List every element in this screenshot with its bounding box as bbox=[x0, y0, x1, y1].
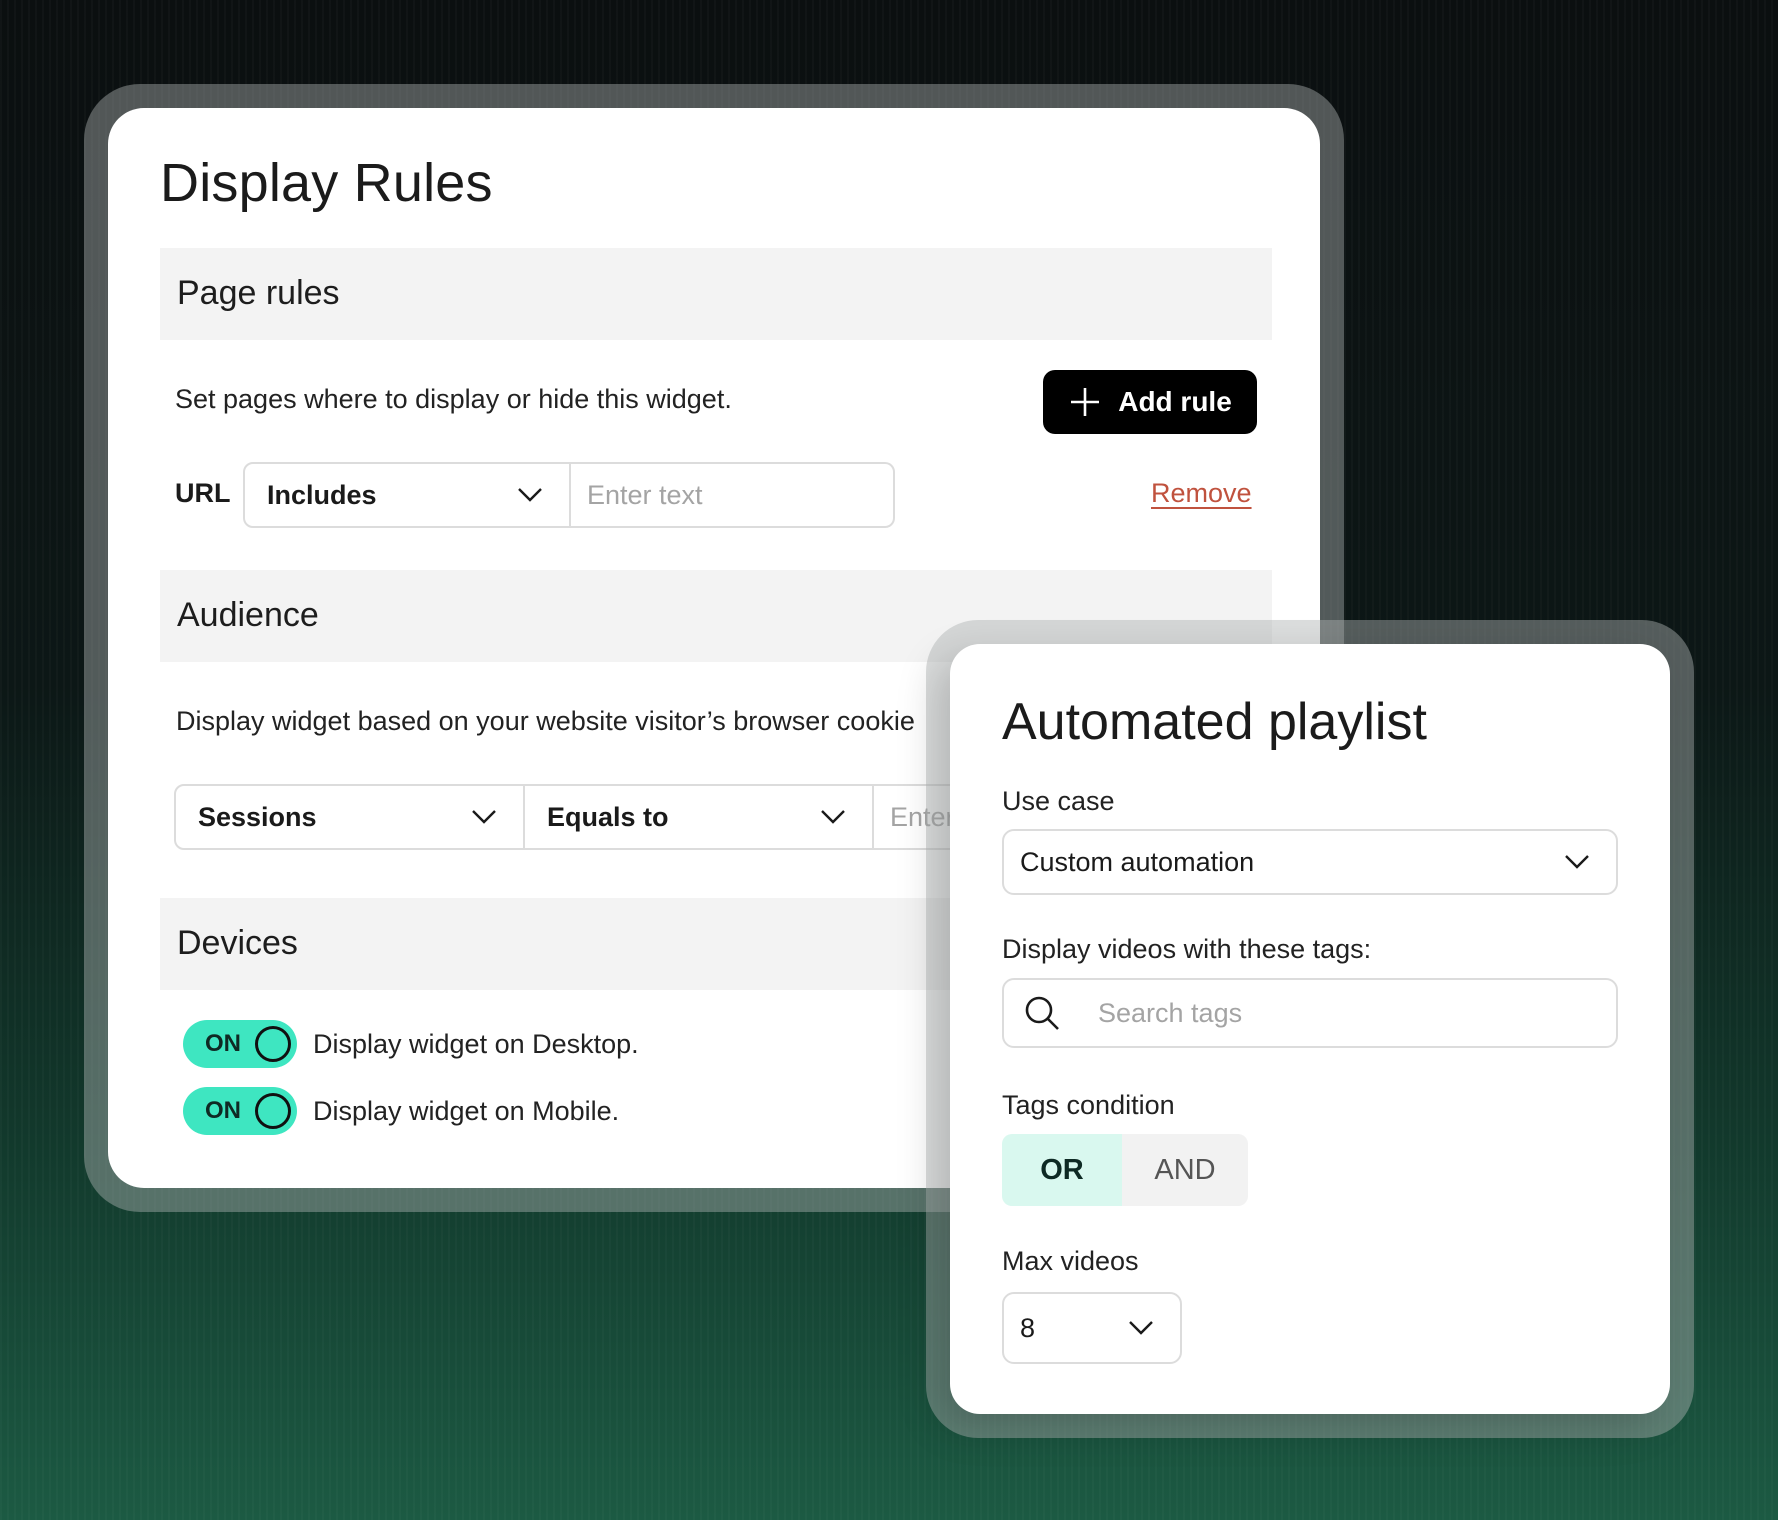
use-case-select[interactable]: Custom automation bbox=[1002, 829, 1618, 895]
add-rule-label: Add rule bbox=[1118, 386, 1232, 417]
device-row-mobile: ON Display widget on Mobile. bbox=[183, 1087, 619, 1135]
automated-playlist-card: Automated playlist Use case Custom autom… bbox=[950, 644, 1670, 1414]
remove-rule-link[interactable]: Remove bbox=[1151, 478, 1252, 509]
desktop-toggle-text: Display widget on Desktop. bbox=[313, 1028, 639, 1059]
audience-attribute-select[interactable]: Sessions bbox=[176, 786, 525, 848]
chevron-down-icon bbox=[518, 488, 542, 502]
desktop-toggle-label: ON bbox=[205, 1030, 241, 1057]
tags-search-input[interactable] bbox=[1096, 996, 1600, 1030]
condition-option-and[interactable]: AND bbox=[1122, 1134, 1248, 1206]
url-condition-value: Includes bbox=[267, 479, 377, 510]
desktop-toggle[interactable]: ON bbox=[183, 1020, 297, 1068]
mobile-toggle-text: Display widget on Mobile. bbox=[313, 1095, 620, 1126]
display-rules-title: Display Rules bbox=[160, 153, 493, 213]
chevron-down-icon bbox=[1565, 855, 1589, 869]
max-videos-label: Max videos bbox=[1002, 1246, 1139, 1276]
tags-search-field[interactable] bbox=[1002, 978, 1618, 1048]
add-rule-button[interactable]: Add rule bbox=[1043, 370, 1257, 434]
chevron-down-icon bbox=[472, 810, 496, 824]
page-rules-header: Page rules bbox=[160, 248, 1272, 340]
automated-playlist-title: Automated playlist bbox=[1002, 693, 1427, 751]
toggle-knob bbox=[255, 1026, 291, 1062]
search-icon bbox=[1025, 996, 1059, 1030]
page-rules-heading: Page rules bbox=[177, 274, 340, 312]
devices-heading: Devices bbox=[177, 924, 298, 962]
audience-operator-select[interactable]: Equals to bbox=[525, 786, 874, 848]
audience-description: Display widget based on your website vis… bbox=[176, 706, 915, 736]
url-rule-field-group: Includes bbox=[243, 462, 895, 528]
chevron-down-icon bbox=[821, 810, 845, 824]
tags-label: Display videos with these tags: bbox=[1002, 934, 1372, 964]
mobile-toggle[interactable]: ON bbox=[183, 1087, 297, 1135]
condition-option-or[interactable]: OR bbox=[1002, 1134, 1122, 1206]
audience-operator-value: Equals to bbox=[547, 801, 669, 832]
max-videos-select[interactable]: 8 bbox=[1002, 1292, 1182, 1364]
audience-attribute-value: Sessions bbox=[198, 801, 317, 832]
mobile-toggle-label: ON bbox=[205, 1097, 241, 1124]
url-condition-select[interactable]: Includes bbox=[245, 464, 571, 526]
url-label: URL bbox=[175, 478, 231, 508]
tags-condition-label: Tags condition bbox=[1002, 1090, 1175, 1120]
audience-heading: Audience bbox=[177, 596, 319, 634]
toggle-knob bbox=[255, 1093, 291, 1129]
chevron-down-icon bbox=[1129, 1321, 1153, 1335]
use-case-label: Use case bbox=[1002, 786, 1115, 816]
tags-condition-segmented-control: OR AND bbox=[1002, 1134, 1248, 1206]
device-row-desktop: ON Display widget on Desktop. bbox=[183, 1020, 639, 1068]
page-rules-description: Set pages where to display or hide this … bbox=[175, 384, 732, 414]
max-videos-value: 8 bbox=[1020, 1312, 1036, 1343]
url-text-input[interactable] bbox=[571, 464, 893, 526]
use-case-value: Custom automation bbox=[1020, 846, 1255, 877]
plus-icon bbox=[1071, 388, 1100, 416]
